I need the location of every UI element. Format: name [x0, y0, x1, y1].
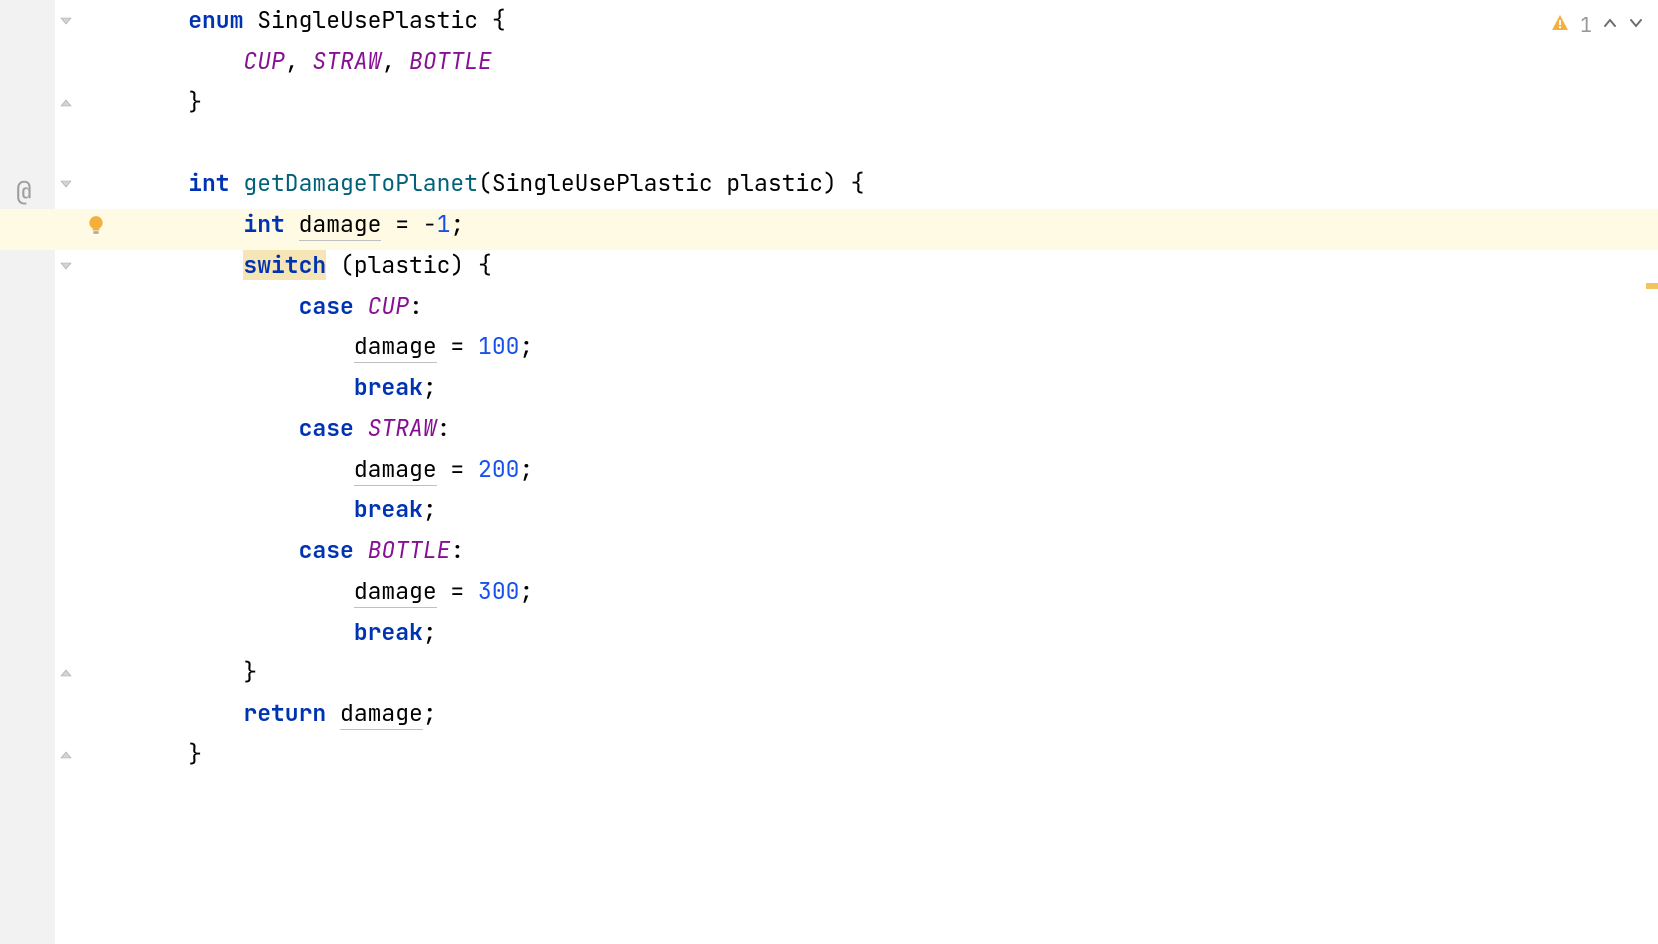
error-stripe-marker[interactable]: [1646, 283, 1658, 289]
code-line[interactable]: case STRAW:: [87, 408, 1658, 449]
fold-expand-icon[interactable]: [59, 177, 73, 191]
code-line[interactable]: break;: [87, 367, 1658, 408]
code-line[interactable]: }: [87, 734, 1658, 775]
code-line[interactable]: damage = 200;: [87, 448, 1658, 489]
code-line[interactable]: return damage;: [87, 693, 1658, 734]
code-line[interactable]: int getDamageToPlanet(SingleUsePlastic p…: [87, 163, 1658, 204]
warning-icon[interactable]: [1550, 10, 1570, 40]
code-line[interactable]: break;: [87, 611, 1658, 652]
code-line[interactable]: }: [87, 652, 1658, 693]
code-line[interactable]: case BOTTLE:: [87, 530, 1658, 571]
fold-collapse-icon[interactable]: [59, 666, 73, 680]
code-line[interactable]: switch (plastic) {: [87, 245, 1658, 286]
fold-collapse-icon[interactable]: [59, 96, 73, 110]
at-override-gutter-icon[interactable]: @: [16, 173, 32, 208]
line-number-gutter: @: [0, 0, 55, 944]
code-editor[interactable]: enum SingleUsePlastic { CUP, STRAW, BOTT…: [77, 0, 1658, 944]
code-line[interactable]: break;: [87, 489, 1658, 530]
code-line[interactable]: case CUP:: [87, 285, 1658, 326]
code-line[interactable]: damage = 100;: [87, 326, 1658, 367]
warning-count[interactable]: 1: [1580, 12, 1592, 38]
code-line[interactable]: [87, 122, 1658, 163]
fold-expand-icon[interactable]: [59, 259, 73, 273]
fold-gutter: [55, 0, 77, 944]
fold-expand-icon[interactable]: [59, 14, 73, 28]
code-line[interactable]: enum SingleUsePlastic {: [87, 0, 1658, 41]
code-line[interactable]: }: [87, 82, 1658, 123]
intention-bulb-icon[interactable]: [87, 212, 105, 242]
code-line[interactable]: damage = 300;: [87, 571, 1658, 612]
code-line[interactable]: CUP, STRAW, BOTTLE: [87, 41, 1658, 82]
code-line[interactable]: int damage = -1;: [87, 204, 1658, 245]
prev-highlight-arrow[interactable]: [1602, 14, 1618, 37]
inspection-status-bar: 1: [1550, 10, 1644, 40]
fold-collapse-icon[interactable]: [59, 748, 73, 762]
next-highlight-arrow[interactable]: [1628, 14, 1644, 37]
